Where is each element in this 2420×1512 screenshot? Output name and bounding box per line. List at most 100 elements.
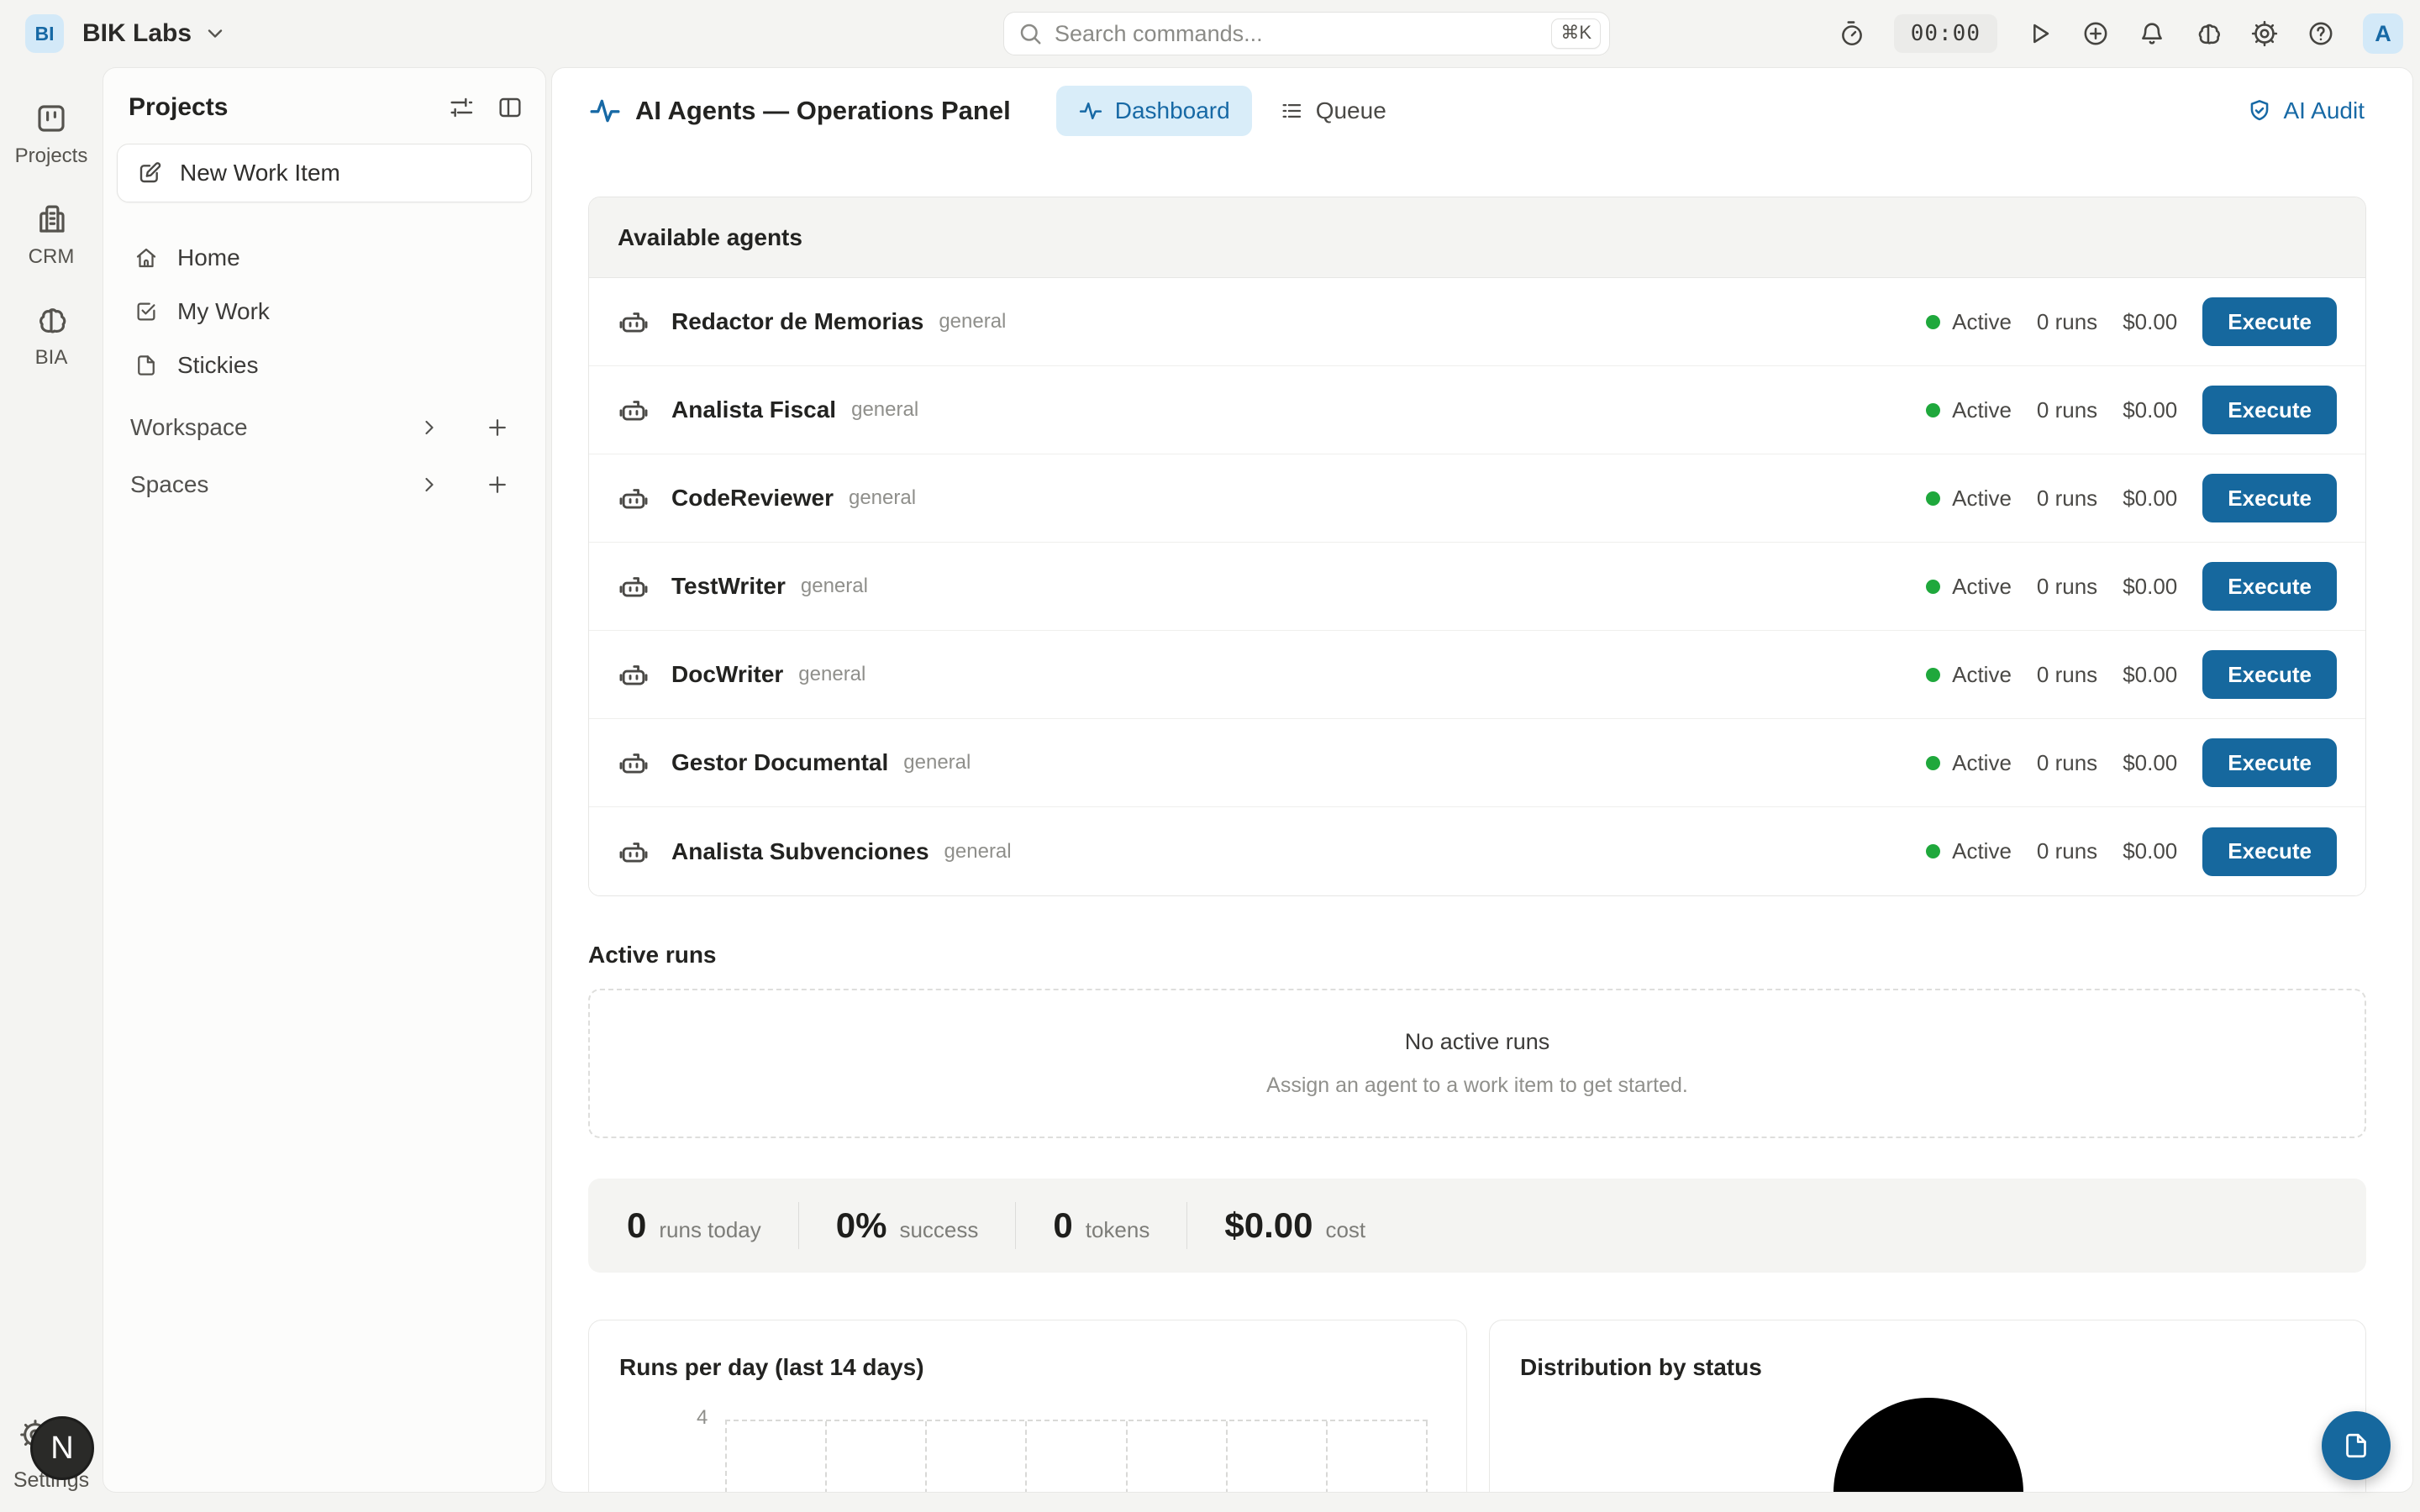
agent-row: TestWriter general Active 0 runs $0.00 E… bbox=[589, 543, 2365, 631]
agent-status: Active bbox=[1952, 838, 2012, 864]
grid-cell bbox=[927, 1421, 1027, 1493]
robot-icon bbox=[618, 747, 650, 779]
sidebar-header: Projects bbox=[103, 68, 545, 122]
agent-cost: $0.00 bbox=[2123, 838, 2177, 864]
section-label: Spaces bbox=[130, 471, 208, 498]
brain-icon[interactable] bbox=[2194, 19, 2223, 48]
agent-name: CodeReviewer bbox=[671, 485, 834, 512]
tab-dashboard[interactable]: Dashboard bbox=[1056, 86, 1252, 136]
rail-item-bia[interactable]: BIA bbox=[0, 302, 103, 370]
stat-cost: $0.00 cost bbox=[1224, 1205, 1402, 1246]
activity-icon bbox=[588, 94, 622, 128]
agent-tag: general bbox=[944, 840, 1012, 864]
execute-button[interactable]: Execute bbox=[2202, 738, 2337, 787]
agent-status: Active bbox=[1952, 750, 2012, 776]
grid-cell bbox=[1328, 1421, 1428, 1493]
plus-icon[interactable] bbox=[485, 472, 510, 497]
tab-queue[interactable]: Queue bbox=[1272, 97, 1393, 124]
grid-cell bbox=[1128, 1421, 1228, 1493]
ai-audit-label: AI Audit bbox=[2283, 97, 2365, 124]
main-header: AI Agents — Operations Panel Dashboard Q… bbox=[588, 83, 2365, 139]
brain-icon bbox=[34, 302, 69, 338]
agents-panel-header: Available agents bbox=[589, 197, 2365, 278]
sliders-icon[interactable] bbox=[448, 94, 475, 121]
agent-runs: 0 runs bbox=[2037, 750, 2097, 776]
brand-name[interactable]: BIK Labs bbox=[82, 19, 192, 48]
document-icon bbox=[2341, 1431, 2371, 1461]
rail-item-projects[interactable]: Projects bbox=[0, 101, 103, 168]
agent-name: Analista Subvenciones bbox=[671, 838, 929, 865]
sidebar-item-label: Stickies bbox=[177, 352, 258, 379]
execute-button[interactable]: Execute bbox=[2202, 386, 2337, 434]
sidebar-section-spaces: Spaces bbox=[103, 463, 545, 507]
shield-check-icon bbox=[2246, 97, 2273, 124]
settings-avatar[interactable]: N bbox=[30, 1416, 94, 1480]
stat-value: 0 bbox=[627, 1205, 646, 1246]
help-icon[interactable] bbox=[2307, 19, 2335, 48]
execute-button[interactable]: Execute bbox=[2202, 827, 2337, 876]
execute-button[interactable]: Execute bbox=[2202, 297, 2337, 346]
fax-icon bbox=[34, 202, 69, 237]
bell-icon[interactable] bbox=[2138, 19, 2166, 48]
status-dot bbox=[1926, 403, 1940, 417]
agent-cost: $0.00 bbox=[2123, 750, 2177, 776]
plus-circle-icon[interactable] bbox=[2081, 19, 2110, 48]
search-input[interactable] bbox=[1055, 21, 1551, 47]
chart-title: Runs per day (last 14 days) bbox=[619, 1354, 924, 1381]
status-dot bbox=[1926, 315, 1940, 329]
agent-runs: 0 runs bbox=[2037, 397, 2097, 423]
sidebar-item-label: My Work bbox=[177, 298, 270, 325]
chevron-right-icon[interactable] bbox=[418, 473, 441, 496]
agent-runs: 0 runs bbox=[2037, 486, 2097, 512]
grid-cell bbox=[827, 1421, 927, 1493]
search-icon bbox=[1018, 21, 1043, 46]
agent-tag: general bbox=[849, 486, 916, 510]
rail-label: CRM bbox=[29, 245, 75, 269]
stat-label: cost bbox=[1325, 1217, 1365, 1243]
user-avatar[interactable]: A bbox=[2363, 13, 2403, 54]
timer-value: 00:00 bbox=[1894, 14, 1997, 53]
search-shortcut: ⌘K bbox=[1551, 18, 1601, 49]
sidebar-item-my-work[interactable]: My Work bbox=[103, 285, 545, 339]
robot-icon bbox=[618, 836, 650, 868]
chevron-right-icon[interactable] bbox=[418, 416, 441, 439]
rail-item-crm[interactable]: CRM bbox=[0, 202, 103, 269]
brand-badge[interactable]: BI bbox=[25, 14, 64, 53]
plus-icon[interactable] bbox=[485, 415, 510, 440]
agent-name: TestWriter bbox=[671, 573, 786, 600]
agent-status: Active bbox=[1952, 574, 2012, 600]
agent-row: DocWriter general Active 0 runs $0.00 Ex… bbox=[589, 631, 2365, 719]
status-dot bbox=[1926, 580, 1940, 594]
play-icon[interactable] bbox=[2025, 19, 2054, 48]
agent-name: Gestor Documental bbox=[671, 749, 888, 776]
status-dot bbox=[1926, 756, 1940, 770]
agent-status: Active bbox=[1952, 309, 2012, 335]
status-dot bbox=[1926, 668, 1940, 682]
active-runs-heading: Active runs bbox=[588, 942, 717, 969]
agent-name: Analista Fiscal bbox=[671, 396, 836, 423]
sidebar-item-stickies[interactable]: Stickies bbox=[103, 339, 545, 392]
chevron-down-icon[interactable] bbox=[203, 22, 227, 45]
status-dot bbox=[1926, 844, 1940, 858]
new-work-item-button[interactable]: New Work Item bbox=[117, 144, 532, 202]
section-label: Workspace bbox=[130, 414, 248, 441]
sidebar-item-home[interactable]: Home bbox=[103, 231, 545, 285]
agent-cost: $0.00 bbox=[2123, 309, 2177, 335]
gear-icon[interactable] bbox=[2250, 19, 2279, 48]
execute-button[interactable]: Execute bbox=[2202, 650, 2337, 699]
ai-audit-link[interactable]: AI Audit bbox=[2246, 97, 2365, 124]
stopwatch-icon[interactable] bbox=[1838, 19, 1866, 48]
stat-value: $0.00 bbox=[1224, 1205, 1313, 1246]
agent-row: Redactor de Memorias general Active 0 ru… bbox=[589, 278, 2365, 366]
empty-state-hint: Assign an agent to a work item to get st… bbox=[1266, 1074, 1688, 1098]
topbar-actions: 00:00 A bbox=[1838, 0, 2403, 67]
columns-icon[interactable] bbox=[497, 94, 523, 121]
execute-button[interactable]: Execute bbox=[2202, 474, 2337, 522]
new-document-fab[interactable] bbox=[2322, 1411, 2391, 1480]
runs-per-day-chart-card: Runs per day (last 14 days) 4 bbox=[588, 1320, 1467, 1493]
execute-button[interactable]: Execute bbox=[2202, 562, 2337, 611]
search-bar[interactable]: ⌘K bbox=[1003, 12, 1610, 55]
status-distribution-chart-card: Distribution by status bbox=[1489, 1320, 2366, 1493]
check-square-icon bbox=[134, 299, 159, 324]
kanban-icon bbox=[34, 101, 69, 136]
